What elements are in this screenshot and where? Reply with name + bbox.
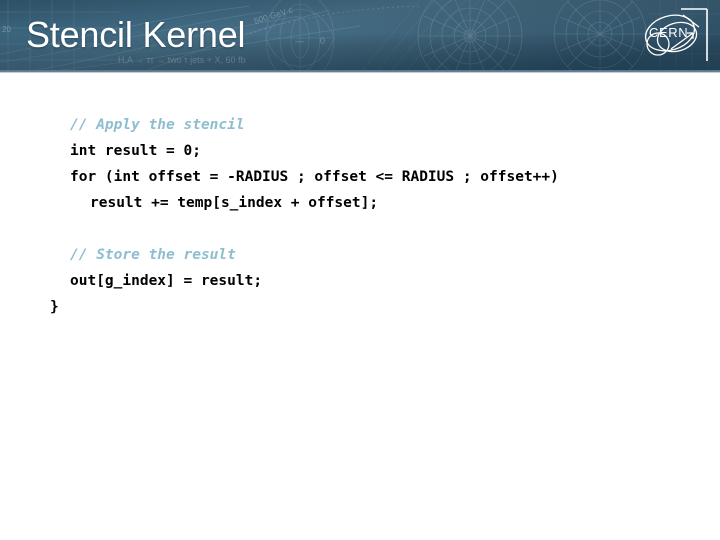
code-line: } bbox=[50, 299, 59, 315]
code-line: // Store the result bbox=[70, 247, 236, 263]
cern-logo-text: CERN bbox=[649, 25, 688, 40]
cern-logo-icon: CERN bbox=[644, 8, 708, 61]
code-line: out[g_index] = result; bbox=[70, 273, 263, 289]
code-line: result += temp[s_index + offset]; bbox=[90, 195, 379, 211]
page-title: Stencil Kernel bbox=[26, 14, 246, 55]
code-block: // Apply the stencil int result = 0; for… bbox=[0, 112, 720, 320]
code-line: int result = 0; bbox=[70, 143, 201, 159]
code-line: for (int offset = -RADIUS ; offset <= RA… bbox=[70, 169, 559, 185]
header-bottom-edge bbox=[0, 70, 720, 73]
slide-header: 20 500 GeV c H,A → ττ → two τ jets + X, … bbox=[0, 0, 720, 73]
code-line: // Apply the stencil bbox=[70, 117, 245, 133]
slide: 20 500 GeV c H,A → ττ → two τ jets + X, … bbox=[0, 0, 720, 540]
